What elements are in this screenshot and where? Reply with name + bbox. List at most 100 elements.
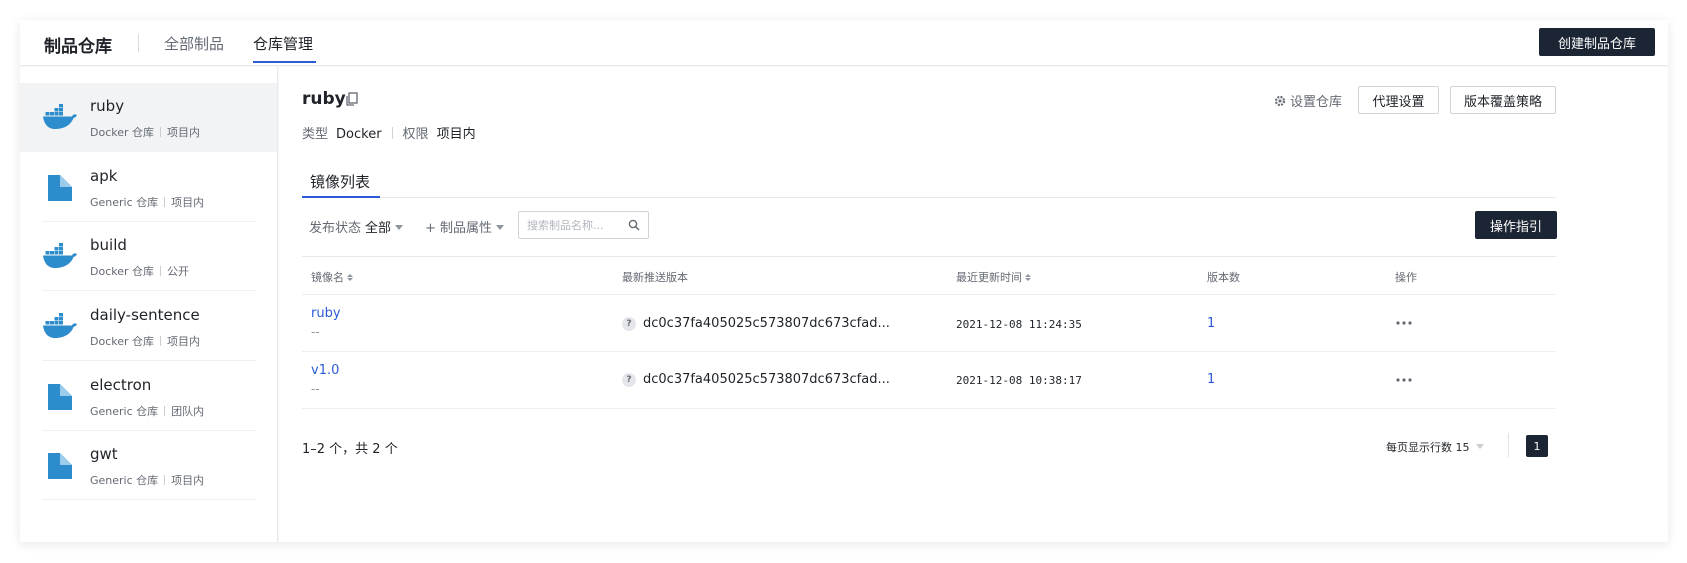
question-icon[interactable]: ?: [622, 316, 636, 331]
repo-type: Generic 仓库: [90, 196, 159, 209]
search-box: [518, 211, 649, 239]
repo-type: Docker 仓库: [90, 126, 155, 139]
active-tab-indicator: [253, 61, 316, 63]
image-name-link[interactable]: v1.0: [311, 363, 339, 378]
repo-type: Generic 仓库: [90, 405, 159, 418]
image-description: --: [311, 325, 320, 339]
more-actions-icon[interactable]: [1396, 378, 1412, 382]
publish-status-filter[interactable]: 发布状态 全部: [309, 217, 404, 236]
sidebar-item-ruby[interactable]: ruby Docker 仓库 项目内: [20, 83, 277, 152]
repo-info-row: 类型 Docker 权限 项目内: [302, 123, 476, 142]
subtab-divider: [302, 197, 1556, 198]
sidebar-item-apk[interactable]: apk Generic 仓库 项目内: [20, 153, 277, 222]
docker-whale-icon: [43, 313, 77, 338]
image-name-link[interactable]: ruby: [311, 306, 341, 321]
version-count-link[interactable]: 1: [1207, 316, 1215, 331]
header-divider: [138, 34, 139, 52]
sidebar-item-meta: Generic 仓库 团队内: [90, 403, 204, 419]
repo-title: ruby: [302, 89, 346, 109]
table-row-divider: [302, 351, 1556, 352]
sidebar-item-daily-sentence[interactable]: daily-sentence Docker 仓库 项目内: [20, 292, 277, 361]
type-value: Docker: [336, 127, 382, 142]
repo-settings-link[interactable]: 设置仓库: [1274, 91, 1342, 110]
table-header-divider: [302, 294, 1556, 295]
column-header-image-name[interactable]: 镜像名: [311, 269, 353, 285]
pagination-summary: 1–2 个，共 2 个: [302, 442, 398, 457]
sidebar-item-name: daily-sentence: [90, 306, 200, 324]
sidebar-item-name: gwt: [90, 445, 118, 463]
column-header-actions: 操作: [1395, 271, 1417, 284]
repo-type: Docker 仓库: [90, 265, 155, 278]
sidebar-item-meta: Docker 仓库 项目内: [90, 124, 200, 140]
copy-icon[interactable]: [345, 92, 359, 106]
create-repo-button[interactable]: 创建制品仓库: [1539, 28, 1655, 56]
sidebar-item-meta: Generic 仓库 项目内: [90, 194, 204, 210]
column-header-latest-version: 最新推送版本: [622, 271, 688, 284]
chevron-down-icon: [1475, 444, 1484, 449]
latest-version-digest: ? dc0c37fa405025c573807dc673cfad...: [622, 316, 890, 331]
gear-icon: [1274, 95, 1286, 106]
publish-status-label: 发布状态: [309, 221, 362, 236]
permission-label: 权限: [402, 127, 429, 142]
search-input[interactable]: [527, 217, 623, 233]
image-description: --: [311, 382, 320, 396]
column-header-version-count: 版本数: [1207, 271, 1240, 284]
page-size-selector[interactable]: 每页显示行数 15: [1386, 439, 1484, 455]
table-row-divider: [302, 408, 1556, 409]
generic-file-icon: [48, 175, 72, 201]
repo-scope: 项目内: [167, 126, 201, 139]
docker-whale-icon: [43, 243, 77, 268]
repo-scope: 团队内: [171, 405, 205, 418]
sort-icon: [347, 274, 353, 281]
app-window: 制品仓库 全部制品 仓库管理 创建制品仓库 ruby Docker 仓库项目内: [20, 20, 1668, 542]
tab-image-list[interactable]: 镜像列表: [310, 171, 370, 192]
column-header-updated-time[interactable]: 最近更新时间: [956, 269, 1031, 285]
repo-scope: 项目内: [171, 474, 205, 487]
permission-value: 项目内: [436, 127, 476, 142]
version-override-policy-button[interactable]: 版本覆盖策略: [1450, 86, 1556, 114]
page-size-label: 每页显示行数: [1386, 441, 1452, 454]
page-size-value: 15: [1455, 441, 1470, 454]
generic-file-icon: [48, 384, 72, 410]
question-icon[interactable]: ?: [622, 372, 636, 387]
active-subtab-indicator: [302, 196, 380, 198]
docker-whale-icon: [43, 104, 77, 129]
sidebar-item-name: electron: [90, 376, 152, 394]
sidebar-item-name: ruby: [90, 97, 125, 115]
chevron-down-icon: [395, 225, 404, 230]
repo-sidebar: ruby Docker 仓库 项目内 apk Generic 仓库 项目内 bu…: [20, 67, 278, 542]
page-number-button[interactable]: 1: [1526, 435, 1548, 457]
repo-type: Generic 仓库: [90, 474, 159, 487]
repo-settings-label: 设置仓库: [1290, 95, 1343, 110]
repo-scope: 项目内: [167, 335, 201, 348]
version-count-link[interactable]: 1: [1207, 372, 1215, 387]
search-icon[interactable]: [628, 219, 640, 231]
tab-repo-management[interactable]: 仓库管理: [253, 33, 313, 54]
sidebar-item-name: apk: [90, 167, 118, 185]
sidebar-item-meta: Generic 仓库 项目内: [90, 472, 204, 488]
sidebar-item-meta: Docker 仓库 公开: [90, 263, 189, 279]
artifact-attribute-filter[interactable]: + 制品属性: [425, 217, 505, 236]
updated-time: 2021-12-08 10:38:17: [956, 374, 1082, 387]
sidebar-item-name: build: [90, 236, 127, 254]
table-top-border: [302, 256, 1556, 257]
publish-status-value: 全部: [365, 221, 392, 236]
chevron-down-icon: [496, 225, 505, 230]
type-label: 类型: [302, 127, 329, 142]
sidebar-item-build[interactable]: build Docker 仓库 公开: [20, 222, 277, 291]
repo-detail-panel: ruby 类型 Docker 权限 项目内 设置仓库 代理设置 版本覆盖策略 镜像列表…: [279, 67, 1668, 542]
more-actions-icon[interactable]: [1396, 321, 1412, 325]
repo-type: Docker 仓库: [90, 335, 155, 348]
top-navigation-bar: 制品仓库 全部制品 仓库管理 创建制品仓库: [20, 20, 1668, 66]
operation-guide-button[interactable]: 操作指引: [1475, 211, 1557, 239]
proxy-settings-button[interactable]: 代理设置: [1358, 86, 1439, 114]
repo-scope: 公开: [167, 265, 190, 278]
latest-version-digest: ? dc0c37fa405025c573807dc673cfad...: [622, 372, 890, 387]
sidebar-item-gwt[interactable]: gwt Generic 仓库 项目内: [20, 431, 277, 500]
sort-icon: [1025, 274, 1031, 281]
updated-time: 2021-12-08 11:24:35: [956, 318, 1082, 331]
sidebar-item-electron[interactable]: electron Generic 仓库 团队内: [20, 362, 277, 431]
tab-all-artifacts[interactable]: 全部制品: [164, 33, 224, 54]
artifact-attribute-label: + 制品属性: [425, 221, 493, 236]
pagination-divider: [1508, 433, 1509, 457]
